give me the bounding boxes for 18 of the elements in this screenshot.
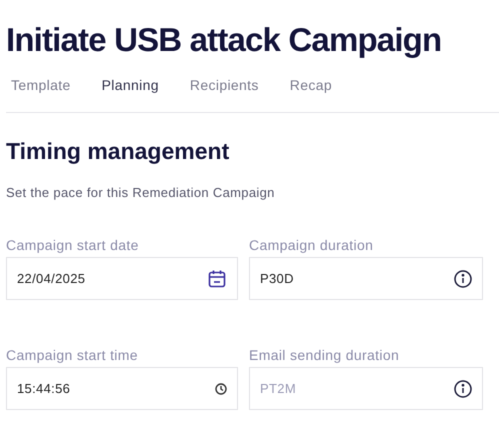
tab[interactable]: Planning xyxy=(102,76,159,94)
input-field[interactable]: 22/04/2025 xyxy=(6,257,238,300)
field-label: Campaign start time xyxy=(6,347,139,363)
info-icon xyxy=(454,380,472,398)
tab[interactable]: Recap xyxy=(290,76,332,94)
tab[interactable]: Template xyxy=(11,76,71,94)
input-field[interactable]: P30D xyxy=(249,257,483,300)
section-description: Set the pace for this Remediation Campaign xyxy=(6,185,276,201)
field-label: Campaign duration xyxy=(249,237,374,253)
tab[interactable]: Recipients xyxy=(190,76,259,94)
calendar-icon[interactable] xyxy=(207,268,227,288)
input-field[interactable]: 15:44:56 xyxy=(6,367,238,410)
section-heading: Timing management xyxy=(6,137,230,165)
clock-icon[interactable] xyxy=(215,382,227,394)
page-title: Initiate USB attack Campaign xyxy=(6,20,442,60)
field-label: Campaign start date xyxy=(6,237,140,253)
field-label: Email sending duration xyxy=(249,347,400,363)
info-icon xyxy=(454,270,472,288)
